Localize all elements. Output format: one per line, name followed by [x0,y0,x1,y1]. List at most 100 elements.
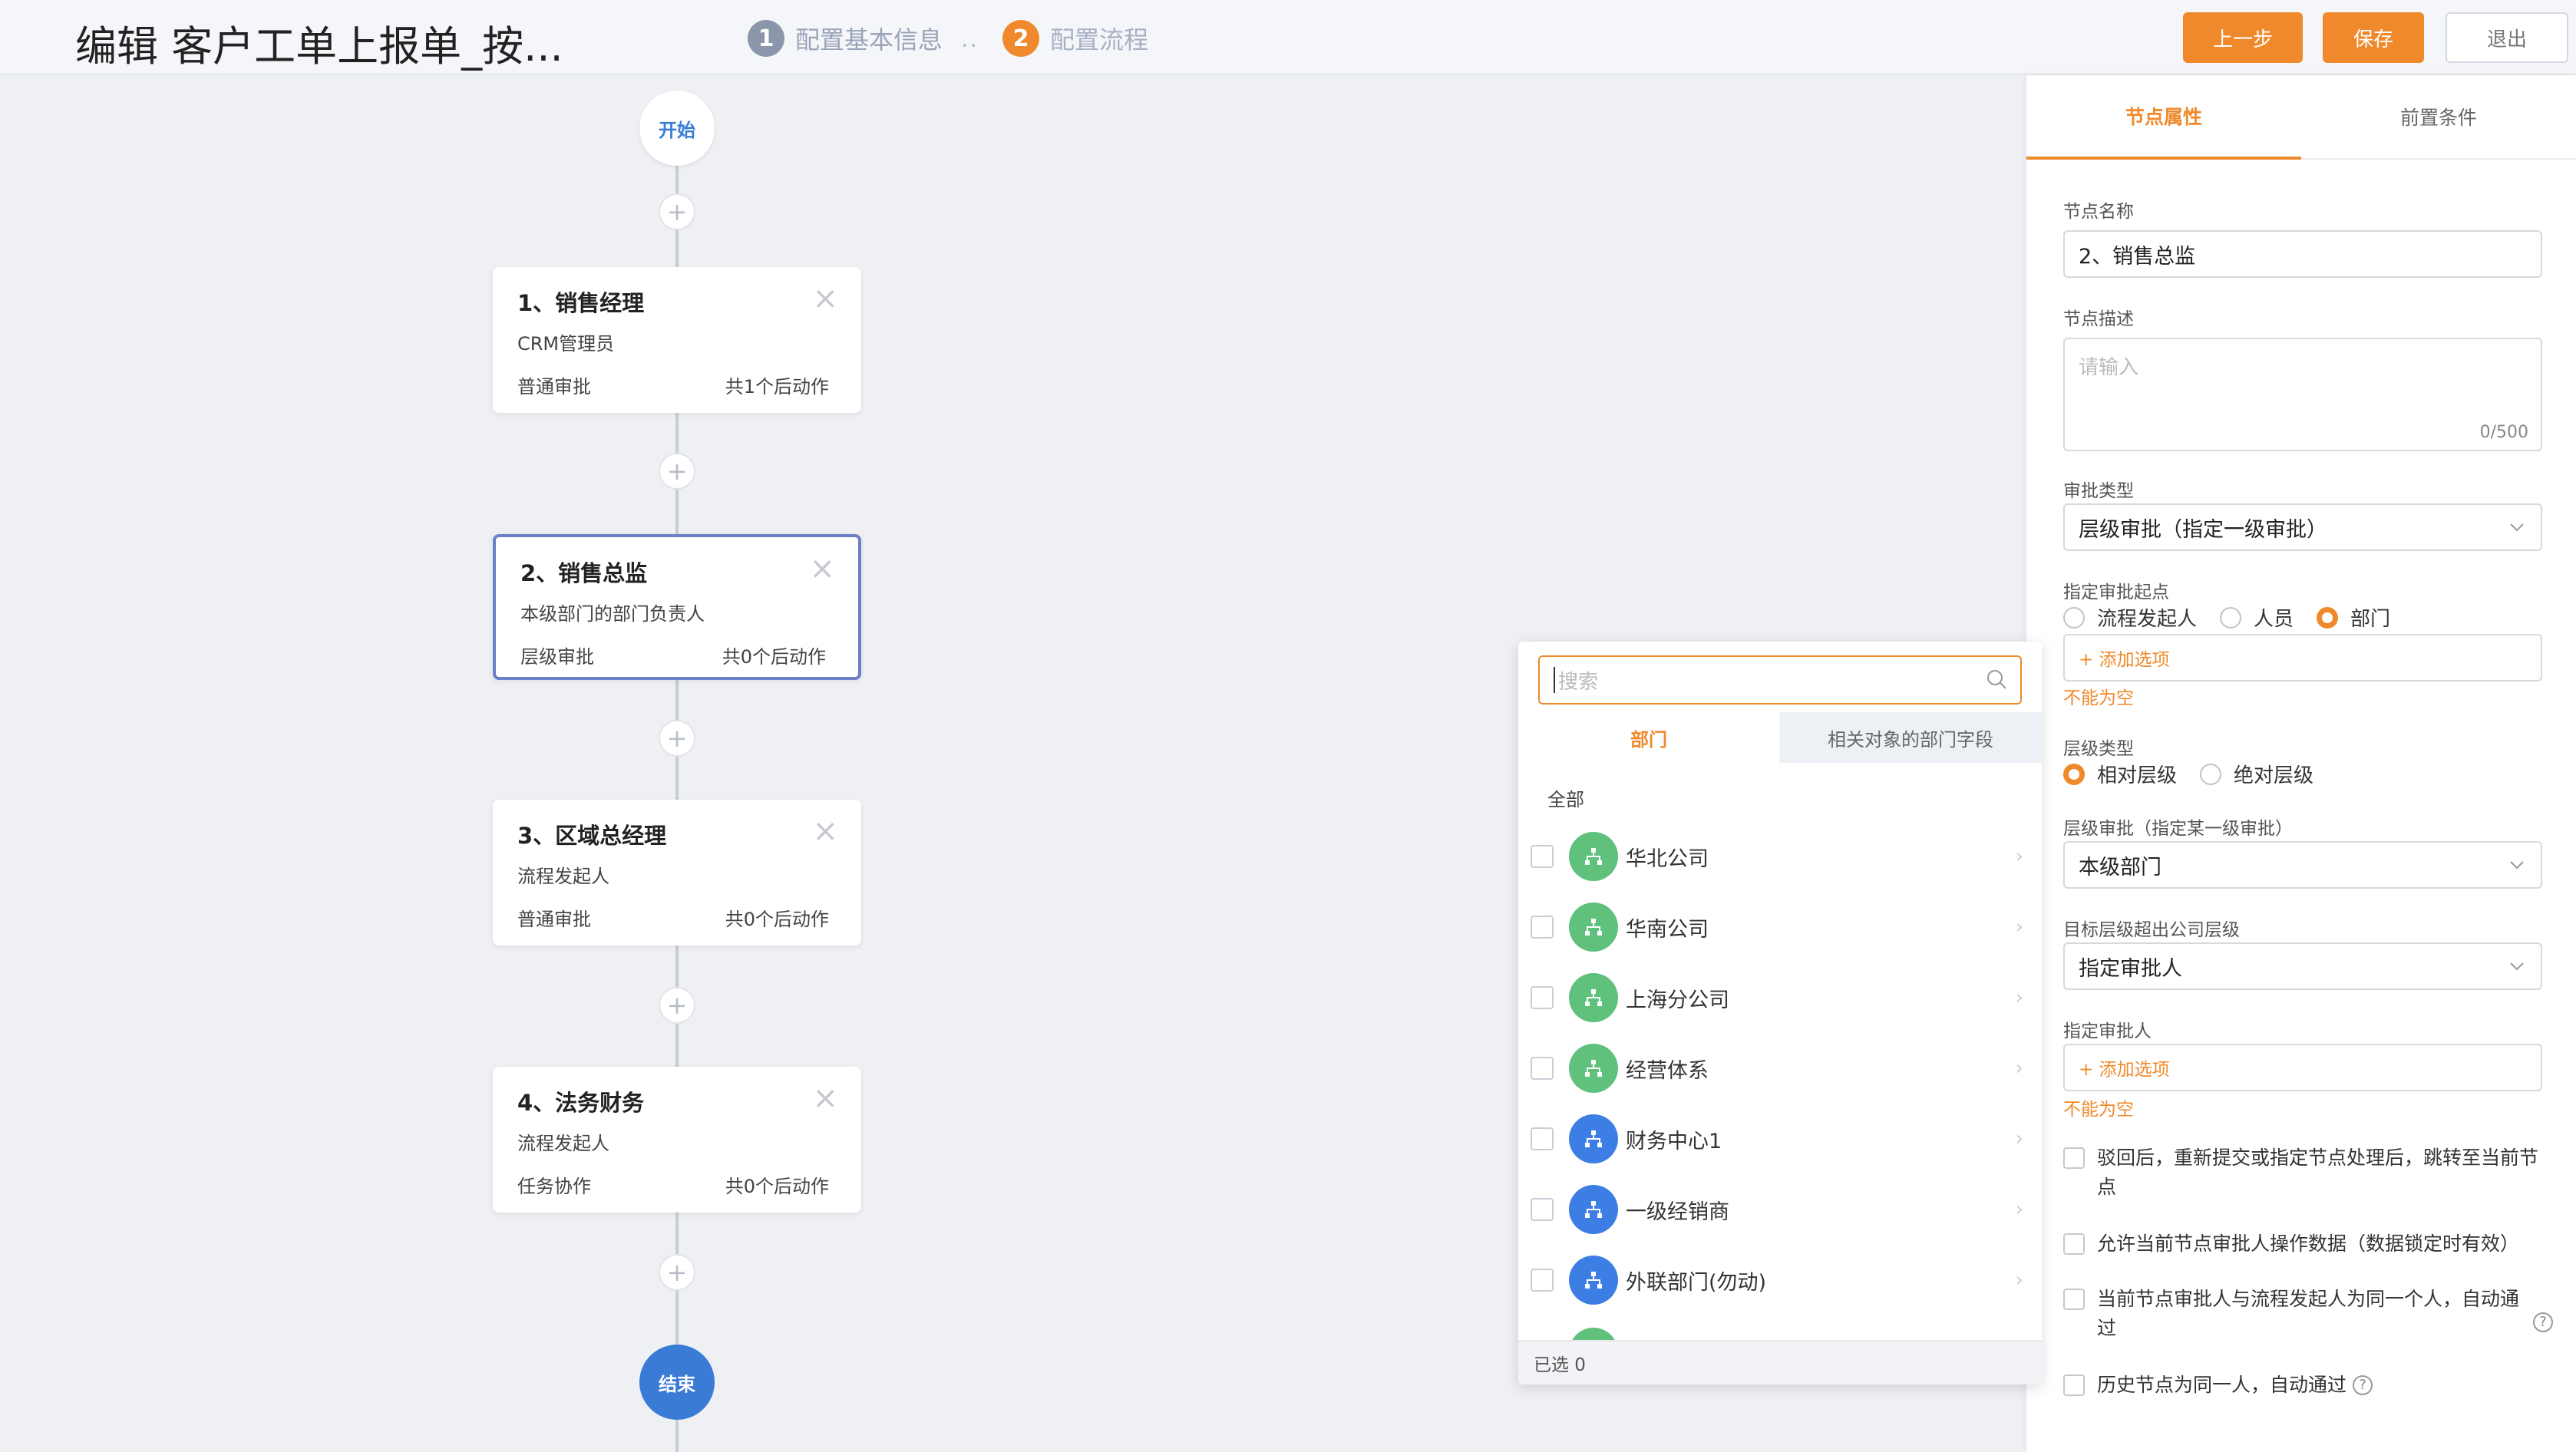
level-approval-select[interactable]: 本级部门 [2063,841,2542,889]
chevron-right-icon[interactable]: › [2016,1269,2023,1292]
checkbox[interactable] [1531,1127,1554,1150]
department-row[interactable]: 财务中心1 › [1518,1104,2042,1174]
step-basic-info[interactable]: 1 配置基本信息 [748,20,943,57]
node-name: 1、销售经理 [517,290,645,316]
close-icon[interactable]: × [809,551,835,586]
flow-node-card[interactable]: 4、法务财务 × 流程发起人 任务协作 共0个后动作 [493,1067,861,1213]
node-type: 层级审批 [520,646,594,668]
node-properties-panel: 节点属性 前置条件 节点名称 2、销售总监 节点描述 请输入 0/500 审批类… [2026,75,2576,1452]
approval-type-select[interactable]: 层级审批（指定一级审批） [2063,503,2542,551]
close-icon[interactable]: × [812,281,838,316]
checkbox[interactable] [2063,1289,2085,1310]
tab-preconditions[interactable]: 前置条件 [2301,75,2576,160]
check-auto-pass-same-initiator[interactable]: 当前节点审批人与流程发起人为同一个人，自动通过 ? [2063,1285,2555,1343]
radio-person[interactable]: 人员 [2220,603,2294,632]
start-point-label: 指定审批起点 [2063,582,2169,602]
approver-add-field[interactable]: + 添加选项 [2063,1044,2542,1091]
checkbox[interactable] [1531,916,1554,939]
tab-related-department-field[interactable]: 相关对象的部门字段 [1779,712,2042,763]
chevron-right-icon[interactable]: › [2016,1057,2023,1080]
start-point-add-field[interactable]: + 添加选项 [2063,634,2542,681]
check-allow-edit-data[interactable]: 允许当前节点审批人操作数据（数据锁定时有效） [2063,1229,2555,1259]
step-number: 1 [748,20,784,57]
node-assignee: 流程发起人 [517,1133,609,1154]
node-actions: 共0个后动作 [722,646,826,668]
node-type: 普通审批 [517,376,591,398]
checkbox[interactable] [1531,1198,1554,1221]
checkbox[interactable] [1531,986,1554,1009]
flow-node-card[interactable]: 1、销售经理 × CRM管理员 普通审批 共1个后动作 [493,267,861,413]
step-number: 2 [1002,20,1039,57]
chevron-right-icon[interactable]: › [2016,986,2023,1009]
check-auto-pass-history[interactable]: 历史节点为同一人，自动通过 ? [2063,1371,2555,1400]
department-row[interactable]: 一级经销商 › [1518,1174,2042,1245]
radio-absolute-level[interactable]: 绝对层级 [2200,760,2313,788]
radio-initiator[interactable]: 流程发起人 [2063,603,2197,632]
start-node[interactable]: 开始 [639,91,715,166]
step-config-flow[interactable]: 2 配置流程 [1002,20,1148,57]
department-row[interactable]: 外联部门(勿动) › [1518,1245,2042,1315]
end-node[interactable]: 结束 [639,1345,715,1420]
checkbox[interactable] [2063,1233,2085,1255]
add-node-button[interactable]: + [659,453,695,490]
add-node-button[interactable]: + [659,1254,695,1291]
chevron-right-icon[interactable]: › [2016,916,2023,939]
department-name: 财务中心1 [1626,1129,1722,1153]
add-node-button[interactable]: + [659,193,695,230]
check-label: 允许当前节点审批人操作数据（数据锁定时有效） [2097,1233,2520,1255]
radio-label: 相对层级 [2097,764,2178,787]
prev-step-button[interactable]: 上一步 [2183,12,2303,63]
top-header: 编辑 客户工单上报单_按... 1 配置基本信息 .. 2 配置流程 上一步 保… [0,0,2576,75]
tab-node-properties[interactable]: 节点属性 [2026,75,2301,160]
checkbox[interactable] [1531,1269,1554,1292]
chevron-right-icon[interactable]: › [2016,1198,2023,1221]
help-icon[interactable]: ? [2533,1312,2553,1332]
level-type-radio-group: 相对层级 绝对层级 [2063,760,2337,788]
check-label: 历史节点为同一人，自动通过 [2097,1374,2347,1396]
tab-department[interactable]: 部门 [1518,712,1779,763]
radio-department[interactable]: 部门 [2317,603,2390,632]
department-row[interactable]: 华北公司 › [1518,821,2042,892]
close-icon[interactable]: × [812,813,838,849]
flow-node-card-selected[interactable]: 2、销售总监 × 本级部门的部门负责人 层级审批 共0个后动作 [493,534,861,680]
checkbox[interactable] [1531,1057,1554,1080]
node-name-input[interactable]: 2、销售总监 [2063,230,2542,278]
add-option-link[interactable]: + 添加选项 [2079,1054,2170,1081]
org-avatar-icon [1569,973,1618,1022]
node-desc-placeholder: 请输入 [2079,356,2139,379]
radio-circle [2200,763,2222,785]
checkbox[interactable] [2063,1374,2085,1396]
search-icon[interactable] [1985,668,2008,691]
close-icon[interactable]: × [812,1081,838,1116]
checkbox[interactable] [2063,1147,2085,1169]
node-name: 4、法务财务 [517,1090,645,1116]
add-node-button[interactable]: + [659,720,695,757]
approval-type-label: 审批类型 [2063,481,2134,501]
exceed-level-label: 目标层级超出公司层级 [2063,920,2240,940]
org-avatar-icon [1569,1044,1618,1093]
add-node-button[interactable]: + [659,987,695,1024]
department-row[interactable]: 经营体系 › [1518,1033,2042,1104]
department-row[interactable]: 上海分公司 › [1518,962,2042,1033]
all-label[interactable]: 全部 [1547,784,1584,811]
node-desc-textarea[interactable]: 请输入 0/500 [2063,338,2542,451]
chevron-right-icon[interactable]: › [2016,845,2023,868]
node-assignee: 本级部门的部门负责人 [520,603,705,625]
search-input[interactable]: 搜索 [1538,655,2022,705]
flow-node-card[interactable]: 3、区域总经理 × 流程发起人 普通审批 共0个后动作 [493,800,861,945]
help-icon[interactable]: ? [2353,1375,2373,1395]
check-reject-jump[interactable]: 驳回后，重新提交或指定节点处理后，跳转至当前节点 [2063,1143,2555,1202]
checkbox[interactable] [1531,845,1554,868]
exit-button[interactable]: 退出 [2446,12,2568,63]
exceed-level-select[interactable]: 指定审批人 [2063,942,2542,990]
chevron-right-icon[interactable]: › [2016,1127,2023,1150]
radio-relative-level[interactable]: 相对层级 [2063,760,2177,788]
department-row[interactable]: 华南公司 › [1518,892,2042,962]
add-option-link[interactable]: + 添加选项 [2079,645,2170,671]
char-counter: 0/500 [2479,423,2528,442]
node-actions: 共0个后动作 [725,1176,829,1197]
save-button[interactable]: 保存 [2323,12,2424,63]
radio-label: 流程发起人 [2097,608,2198,631]
error-text: 不能为空 [2063,688,2134,708]
department-name: 一级经销商 [1626,1200,1729,1224]
